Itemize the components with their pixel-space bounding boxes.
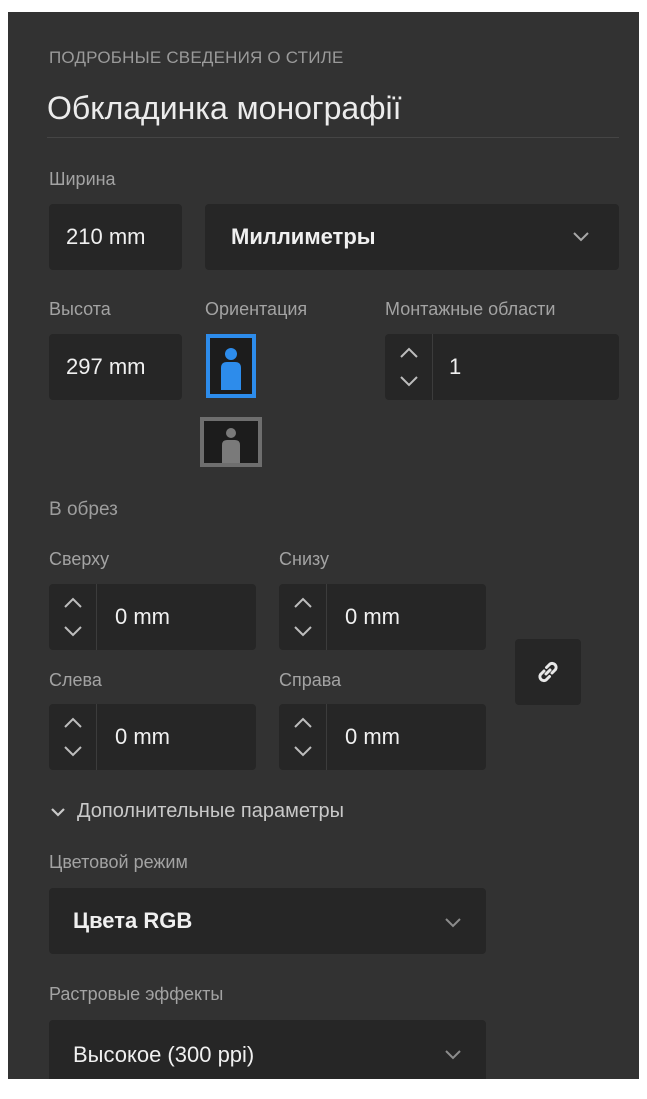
chevron-up-icon[interactable]	[63, 597, 83, 609]
advanced-options-label: Дополнительные параметры	[77, 800, 344, 822]
units-value: Миллиметры	[231, 224, 376, 249]
chevron-down-icon	[51, 808, 65, 817]
bleed-bottom-value: 0 mm	[345, 604, 400, 629]
document-settings-panel: ПОДРОБНЫЕ СВЕДЕНИЯ О СТИЛЕ Обкладинка мо…	[8, 12, 639, 1079]
link-icon	[538, 661, 558, 683]
width-label: Ширина	[49, 169, 116, 189]
chevron-down-icon	[573, 232, 589, 242]
chevron-down-icon[interactable]	[293, 625, 313, 637]
chevron-up-icon[interactable]	[399, 347, 419, 359]
portrait-orientation-icon[interactable]	[206, 334, 256, 398]
bleed-top-label: Сверху	[49, 549, 110, 569]
bleed-top-stepper-buttons[interactable]	[49, 584, 97, 650]
chevron-down-icon[interactable]	[399, 375, 419, 387]
raster-effects-label: Растровые эффекты	[49, 984, 224, 1004]
bleed-left-stepper[interactable]: 0 mm	[49, 704, 256, 770]
landscape-orientation-icon[interactable]	[200, 417, 262, 467]
panel-eyebrow: ПОДРОБНЫЕ СВЕДЕНИЯ О СТИЛЕ	[49, 48, 344, 67]
chevron-down-icon[interactable]	[293, 745, 313, 757]
bleed-bottom-stepper[interactable]: 0 mm	[279, 584, 486, 650]
height-value: 297 mm	[66, 354, 146, 379]
raster-effects-value: Высокое (300 ppi)	[73, 1042, 255, 1067]
raster-effects-dropdown[interactable]: Высокое (300 ppi)	[49, 1020, 486, 1079]
chevron-down-icon[interactable]	[63, 745, 83, 757]
artboards-value: 1	[449, 354, 462, 379]
bleed-left-value: 0 mm	[115, 724, 170, 749]
bleed-bottom-label: Снизу	[279, 549, 330, 569]
chevron-down-icon	[445, 1050, 461, 1060]
width-value: 210 mm	[66, 224, 146, 249]
chevron-up-icon[interactable]	[63, 717, 83, 729]
orientation-label: Ориентация	[205, 299, 308, 319]
bleed-right-value: 0 mm	[345, 724, 400, 749]
preset-title[interactable]: Обкладинка монографії	[47, 90, 402, 127]
bleed-top-value: 0 mm	[115, 604, 170, 629]
color-mode-label: Цветовой режим	[49, 852, 188, 872]
chevron-up-icon[interactable]	[293, 597, 313, 609]
bleed-left-stepper-buttons[interactable]	[49, 704, 97, 770]
header-divider	[47, 137, 619, 138]
height-field[interactable]: 297 mm	[49, 334, 182, 400]
color-mode-dropdown[interactable]: Цвета RGB	[49, 888, 486, 954]
bleed-right-stepper[interactable]: 0 mm	[279, 704, 486, 770]
height-label: Высота	[49, 299, 111, 319]
chevron-down-icon[interactable]	[63, 625, 83, 637]
chevron-up-icon[interactable]	[293, 717, 313, 729]
bleed-left-label: Слева	[49, 670, 102, 690]
artboards-stepper-buttons[interactable]	[385, 334, 433, 400]
bleed-section-label: В обрез	[49, 499, 118, 520]
units-dropdown[interactable]: Миллиметры	[205, 204, 619, 270]
chevron-down-icon	[445, 918, 461, 928]
bleed-right-label: Справа	[279, 670, 342, 690]
link-bleed-button[interactable]	[515, 639, 581, 705]
artboards-stepper[interactable]: 1	[385, 334, 619, 400]
width-field[interactable]: 210 mm	[49, 204, 182, 270]
bleed-bottom-stepper-buttons[interactable]	[279, 584, 327, 650]
bleed-top-stepper[interactable]: 0 mm	[49, 584, 256, 650]
artboards-label: Монтажные области	[385, 299, 556, 319]
bleed-right-stepper-buttons[interactable]	[279, 704, 327, 770]
color-mode-value: Цвета RGB	[73, 908, 193, 933]
